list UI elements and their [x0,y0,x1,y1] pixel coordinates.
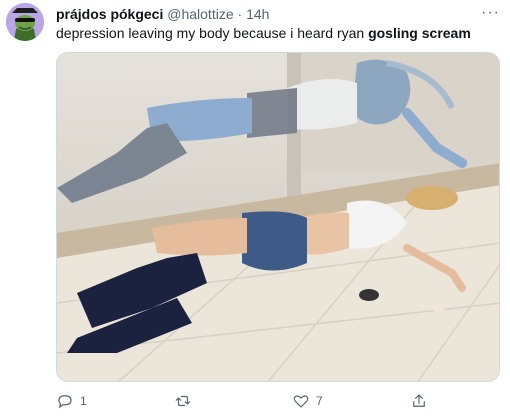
separator-dot: · [237,6,243,22]
tweet: prájdos pókgeci @halottize · 14h ··· dep… [0,0,510,417]
retweet-button[interactable] [174,390,198,412]
meme-photo [57,53,499,381]
tweet-text-plain: depression leaving my body because i hea… [56,25,369,41]
timestamp[interactable]: 14h [246,6,269,22]
tweet-text-highlight: gosling scream [368,25,471,41]
reply-count: 1 [80,394,87,408]
reply-icon [58,395,72,409]
tweet-header: prájdos pókgeci @halottize · 14h [56,5,269,23]
like-count: 7 [316,394,323,408]
more-options-icon[interactable]: ··· [481,4,500,22]
display-name[interactable]: prájdos pókgeci [56,6,163,22]
reply-button[interactable]: 1 [56,390,87,412]
share-button[interactable] [410,390,428,412]
like-button[interactable]: 7 [292,390,323,412]
tweet-text: depression leaving my body because i hea… [56,24,471,42]
heart-icon [293,395,309,408]
user-handle[interactable]: @halottize [167,6,233,22]
share-icon [413,394,425,407]
tweet-image[interactable] [56,52,500,382]
avatar[interactable] [6,3,44,41]
action-bar: 1 7 [56,390,500,412]
avatar-frog-icon [6,3,44,41]
retweet-icon [175,395,191,407]
